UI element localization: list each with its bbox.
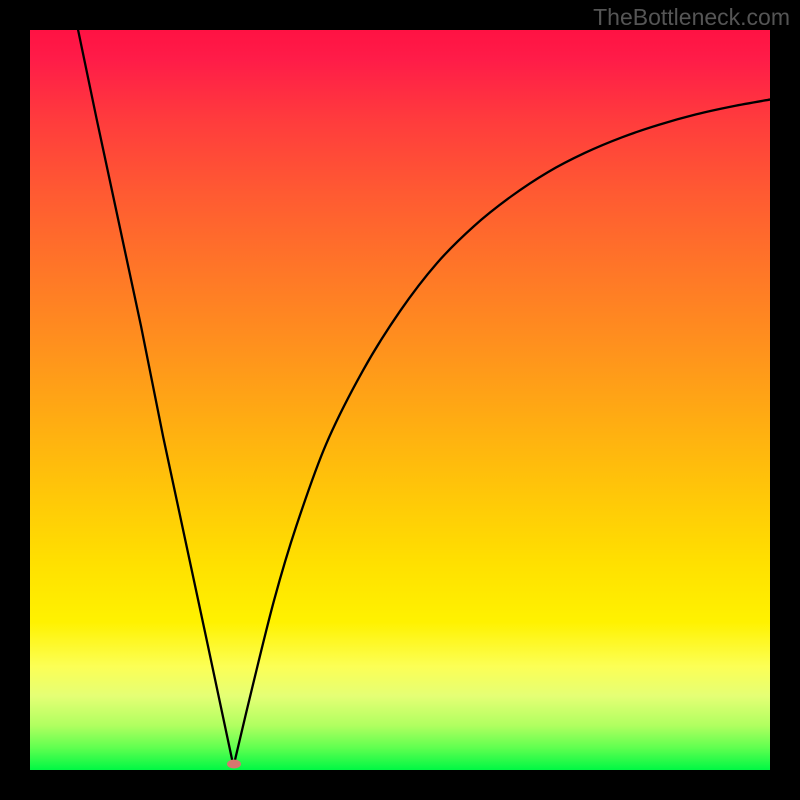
curve-svg — [30, 30, 770, 770]
watermark-text: TheBottleneck.com — [593, 4, 790, 31]
plot-area — [30, 30, 770, 770]
chart-frame — [30, 30, 770, 770]
minimum-marker — [227, 760, 241, 769]
bottleneck-curve — [78, 30, 770, 766]
chart-container: TheBottleneck.com — [0, 0, 800, 800]
